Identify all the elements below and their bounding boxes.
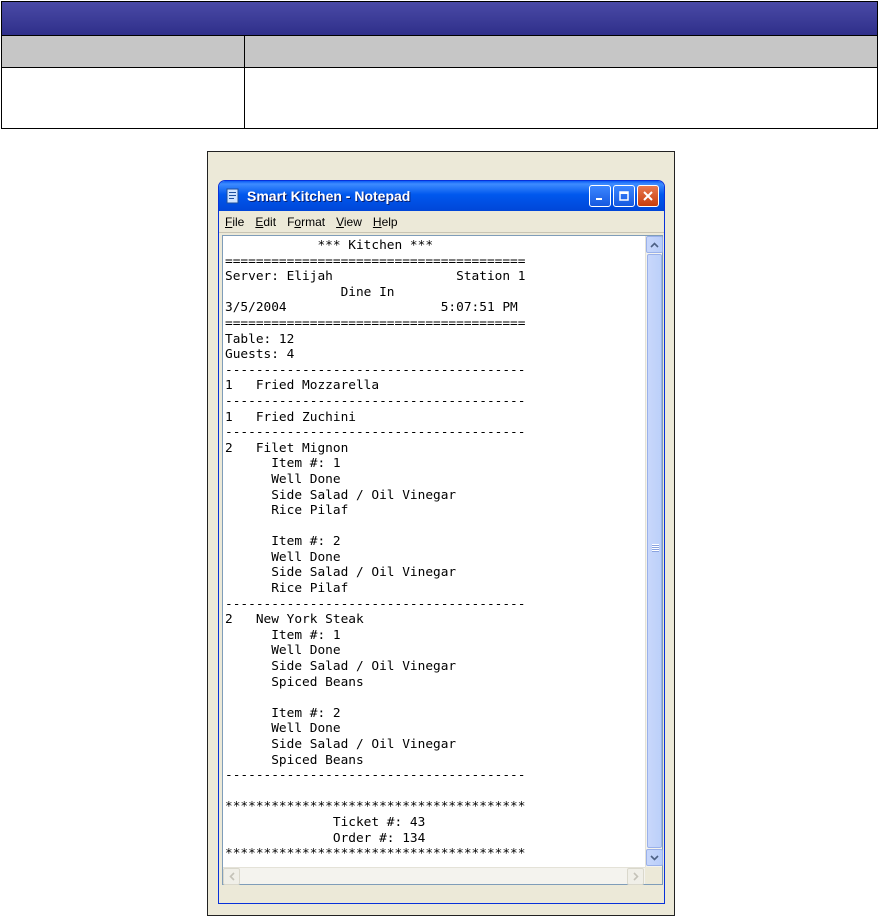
receipt-text-area[interactable]: *** Kitchen *** ========================… [225, 238, 637, 861]
menu-view[interactable]: View [336, 215, 362, 229]
table-column-divider [244, 36, 245, 128]
menu-bar: File Edit Format View Help [219, 211, 664, 233]
table-header-row [2, 36, 877, 68]
notepad-icon [226, 188, 239, 204]
menu-format[interactable]: Format [287, 215, 325, 229]
table-body-row [2, 68, 877, 128]
chevron-right-icon [632, 872, 639, 881]
minimize-button[interactable] [589, 185, 611, 207]
title-bar[interactable]: Smart Kitchen - Notepad [219, 181, 664, 211]
document-table [1, 1, 878, 129]
minimize-icon [596, 198, 602, 200]
menu-file[interactable]: File [225, 215, 244, 229]
grip-icon [652, 544, 659, 552]
scroll-thumb[interactable] [647, 254, 662, 848]
scroll-right-button[interactable] [627, 868, 644, 885]
chevron-left-icon [228, 872, 235, 881]
maximize-icon [619, 191, 629, 201]
chevron-up-icon [650, 241, 659, 248]
vertical-scrollbar[interactable] [645, 236, 663, 867]
receipt-text: *** Kitchen *** ========================… [225, 238, 526, 861]
size-grip-icon[interactable] [645, 867, 662, 884]
scroll-down-button[interactable] [646, 849, 663, 866]
menu-help[interactable]: Help [373, 215, 398, 229]
screenshot-frame: Smart Kitchen - Notepad File Edit Format… [207, 151, 675, 916]
chevron-down-icon [650, 854, 659, 861]
horizontal-scrollbar[interactable] [223, 867, 645, 885]
notepad-window: Smart Kitchen - Notepad File Edit Format… [218, 180, 665, 904]
window-controls [589, 185, 659, 207]
close-icon [643, 191, 653, 201]
menu-edit[interactable]: Edit [255, 215, 276, 229]
maximize-button[interactable] [613, 185, 635, 207]
scroll-left-button[interactable] [223, 868, 240, 885]
window-title: Smart Kitchen - Notepad [247, 188, 411, 204]
close-button[interactable] [637, 185, 659, 207]
table-title-bar [2, 2, 877, 36]
text-editor[interactable]: *** Kitchen *** ========================… [222, 235, 663, 885]
scroll-up-button[interactable] [646, 236, 663, 253]
